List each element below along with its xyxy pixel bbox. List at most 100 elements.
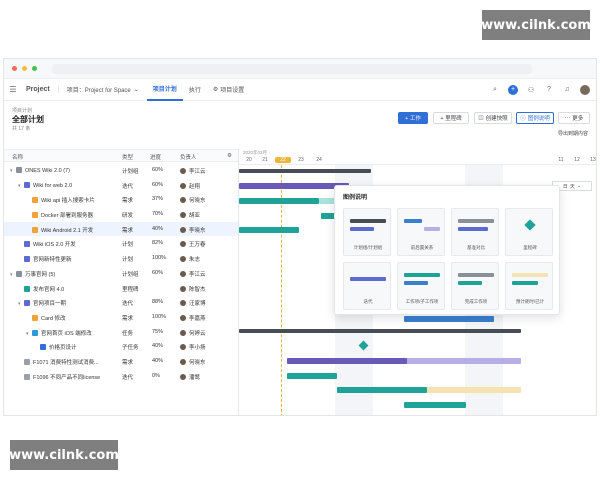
tab-execution[interactable]: 执行 <box>183 79 207 101</box>
table-row[interactable]: ▾ Wiki for web 2.0 迭代 60% 赵翔 <box>4 178 238 193</box>
gantt-bar-iteration-done[interactable] <box>287 358 407 364</box>
row-type: 计划 <box>122 242 134 249</box>
row-progress: 40% <box>152 225 164 232</box>
row-name: ▾ 官网首页 iOS 端修改 <box>26 329 92 337</box>
row-name: F1071 消费特性测试消费... <box>18 358 99 366</box>
address-bar[interactable] <box>52 63 532 74</box>
avatar <box>180 256 186 263</box>
iteration-icon <box>24 181 30 188</box>
scale-value: 天 <box>569 183 575 190</box>
create-baseline-button[interactable]: ◫ 创建快照 <box>474 112 512 124</box>
add-icon[interactable]: + <box>508 84 518 95</box>
legend-item-label: 迭代 <box>363 299 373 304</box>
row-type: 迭代 <box>122 183 134 190</box>
col-name[interactable]: 名称 <box>12 153 23 161</box>
search-icon[interactable]: ⌕ <box>490 85 500 95</box>
story-icon <box>32 197 38 204</box>
subtask-icon <box>40 344 46 351</box>
table-row[interactable]: Wiki iOS 2.0 开发 计划 82% 王万春 <box>4 236 238 251</box>
avatar[interactable] <box>580 84 590 95</box>
table-row[interactable]: Docker 部署到服务器 研发 70% 胡亚 <box>4 207 238 222</box>
bell-icon[interactable]: ♫ <box>562 85 572 95</box>
col-progress[interactable]: 进度 <box>150 153 161 161</box>
row-progress: 70% <box>152 211 164 218</box>
table-row[interactable]: F1096 不同产品不同license 迭代 0% 潘鹜 <box>4 369 238 384</box>
page-header: 项目计划 全部计划 共 17 条 + 工作 + 里程碑 ◫ 创建快照 ⓘ 图例说明 … <box>4 101 596 137</box>
close-dot-icon[interactable] <box>12 66 17 71</box>
row-name-text: Card 修改 <box>41 315 66 322</box>
iteration-icon <box>24 300 30 307</box>
more-button[interactable]: ⋯ 更多 <box>558 112 590 124</box>
tab-settings[interactable]: ⚙ 项目设置 <box>207 79 250 101</box>
settings-icon[interactable]: ⚙ <box>227 153 232 159</box>
table-row[interactable]: F1071 消费特性测试消费... 需求 40% 何晓东 <box>4 354 238 369</box>
col-type[interactable]: 类型 <box>122 153 133 161</box>
watermark-top: www.cilnk.com <box>481 10 591 40</box>
tab-project-plan[interactable]: 项目计划 <box>146 79 183 101</box>
row-name: ▾ 官网项目一期 <box>18 299 66 307</box>
table-row[interactable]: 发布官网 4.0 里程碑 陈智杰 <box>4 281 238 296</box>
gantt-bar-subtask[interactable] <box>404 402 466 408</box>
scale-prefix: 日 <box>562 183 568 190</box>
table-row[interactable]: ▾ 官网首页 iOS 端修改 任务 75% 何婷云 <box>4 325 238 340</box>
members-icon[interactable]: ⚇ <box>526 85 536 95</box>
gantt-bar-story[interactable] <box>239 198 319 204</box>
table-row[interactable]: ▾ 万事官网 (5) 计划组 60% 李江云 <box>4 266 238 281</box>
add-milestone-button[interactable]: + 里程碑 <box>433 112 469 124</box>
minimize-dot-icon[interactable] <box>22 66 27 71</box>
col-owner[interactable]: 负责人 <box>180 153 197 161</box>
table-row[interactable]: 官网新特性更新 计划 100% 朱志 <box>4 251 238 266</box>
row-name-text: 发布官网 4.0 <box>33 286 65 293</box>
gantt-bar-group[interactable] <box>239 169 371 173</box>
maximize-dot-icon[interactable] <box>32 66 37 71</box>
table-row[interactable]: Wiki Android 2.1 开发 需求 40% 李晓东 <box>4 221 238 237</box>
avatar <box>180 300 186 307</box>
legend-item: 基准对比 <box>451 208 499 256</box>
help-icon[interactable]: ? <box>544 85 554 95</box>
row-progress: 60% <box>152 269 164 276</box>
gantt-bar-story[interactable] <box>239 227 299 233</box>
row-owner: 赵翔 <box>180 182 200 190</box>
owner-name: 潘鹜 <box>189 374 201 381</box>
row-type: 计划 <box>122 257 134 264</box>
browser-chrome <box>4 59 596 79</box>
table-row[interactable]: ▾ ONES Wiki 2.0 (7) 计划组 60% 李江云 <box>4 163 238 178</box>
legend-item-label: 完成工作项 <box>464 299 488 304</box>
legend-sample-bar <box>512 273 548 277</box>
row-name-text: 官网项目一期 <box>33 301 67 308</box>
legend-item: 工作项/子工作项 <box>397 262 445 310</box>
row-progress: 0% <box>152 372 160 379</box>
gantt-bar-plan[interactable] <box>404 316 494 322</box>
legend-item-label: 基准对比 <box>467 245 485 250</box>
row-type: 任务 <box>122 330 134 337</box>
avatar <box>180 168 186 174</box>
avatar <box>180 344 186 351</box>
owner-name: 汪家博 <box>189 301 206 308</box>
legend-item: 预计耗时/已计 <box>505 262 553 310</box>
add-work-button[interactable]: + 工作 <box>398 112 428 124</box>
menu-icon[interactable]: ☰ <box>4 85 22 94</box>
row-name: 价格页设计 <box>34 343 77 351</box>
table-row[interactable]: ▾ 官网项目一期 迭代 88% 汪家博 <box>4 295 238 310</box>
table-row[interactable]: Wiki api 插入搜索卡片 需求 37% 何晓东 <box>4 192 238 207</box>
chevron-down-icon: ⌄ <box>133 87 139 93</box>
table-row[interactable]: 价格页设计 子任务 40% 李小扬 <box>4 339 238 354</box>
gantt-bar-iteration[interactable] <box>239 183 349 189</box>
gantt-bar-task[interactable] <box>337 387 427 393</box>
row-owner: 何晓东 <box>180 358 206 366</box>
gantt-bar-group[interactable] <box>239 329 521 333</box>
export-button[interactable]: 导出到期内容 <box>552 127 594 139</box>
owner-name: 李嘉燕 <box>189 315 206 322</box>
project-breadcrumb[interactable]: 项目：Project for Space ⌄ <box>59 85 147 94</box>
row-owner: 李小扬 <box>180 343 206 351</box>
avatar <box>180 226 186 233</box>
avatar <box>180 197 186 204</box>
legend-button-label: 图例说明 <box>527 116 550 122</box>
row-name-text: F1071 消费特性测试消费... <box>33 359 99 366</box>
gantt-bar-story[interactable] <box>287 373 337 379</box>
legend-button[interactable]: ⓘ 图例说明 <box>516 112 554 124</box>
row-name: ▾ Wiki for web 2.0 <box>18 181 72 189</box>
table-header: 名称 类型 进度 负责人 ⚙ <box>4 149 238 162</box>
row-progress: 60% <box>152 167 164 173</box>
table-row[interactable]: Card 修改 需求 100% 李嘉燕 <box>4 310 238 325</box>
